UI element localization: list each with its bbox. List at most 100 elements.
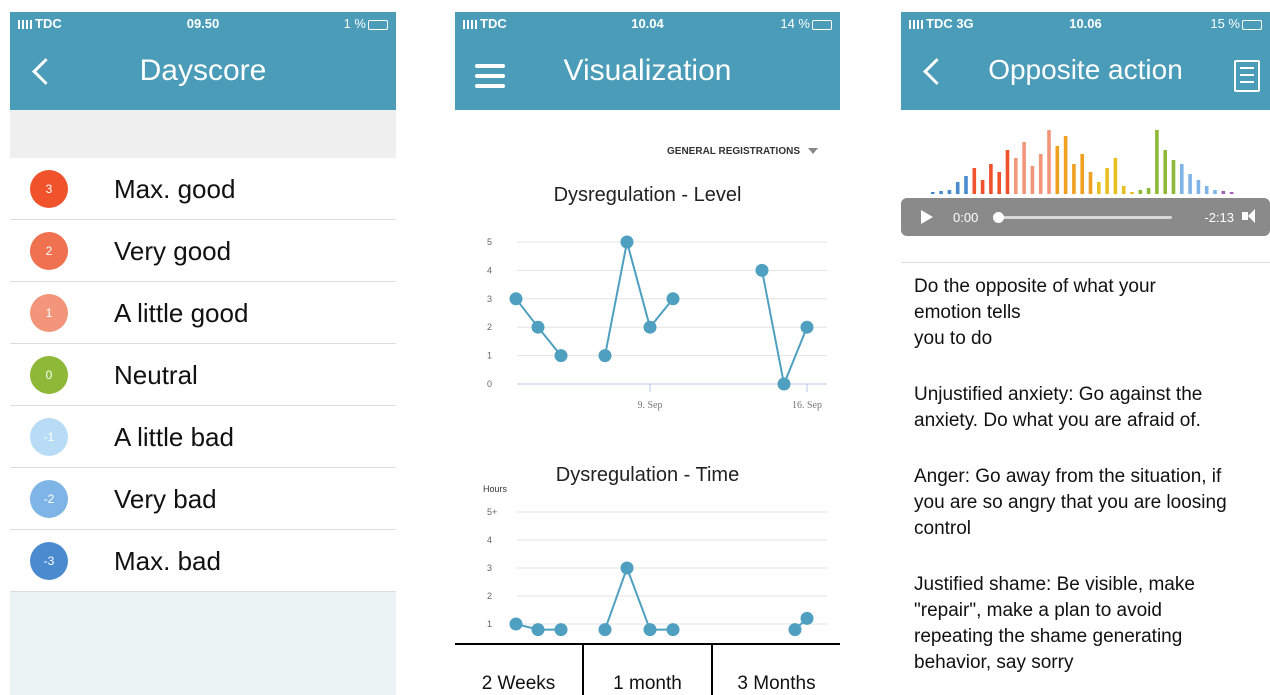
instruction-line: control bbox=[914, 518, 972, 539]
divider bbox=[901, 262, 1270, 263]
list-item[interactable]: 3 Max. good bbox=[10, 158, 396, 220]
document-icon[interactable] bbox=[1234, 60, 1260, 92]
y-tick-label: 3 bbox=[487, 294, 492, 304]
waveform-bar bbox=[1171, 160, 1176, 194]
y-tick-label: 5 bbox=[487, 237, 492, 247]
waveform-bar bbox=[1097, 182, 1101, 194]
waveform-bar bbox=[997, 172, 1001, 194]
tab-3-months[interactable]: 3 Months bbox=[713, 645, 840, 695]
data-point bbox=[509, 617, 523, 631]
waveform-bar bbox=[972, 168, 977, 194]
waveform-bar bbox=[1105, 168, 1109, 194]
volume-icon[interactable] bbox=[1242, 208, 1262, 224]
y-tick-label: 3 bbox=[487, 563, 492, 573]
score-badge: 2 bbox=[30, 232, 68, 270]
play-icon[interactable] bbox=[921, 210, 933, 224]
spacer bbox=[10, 110, 396, 159]
tab-2-weeks[interactable]: 2 Weeks bbox=[455, 645, 584, 695]
elapsed-time: 0:00 bbox=[953, 210, 979, 225]
seek-bar[interactable] bbox=[993, 212, 1172, 223]
data-point bbox=[554, 623, 568, 637]
seek-knob[interactable] bbox=[993, 212, 1004, 223]
waveform-bar bbox=[1138, 190, 1143, 194]
nav-bar: Opposite action bbox=[901, 34, 1270, 110]
waveform-bar bbox=[1072, 164, 1076, 194]
waveform-bar bbox=[1014, 158, 1018, 194]
series-line bbox=[604, 565, 673, 631]
instruction-line: Justified shame: Be visible, make bbox=[914, 574, 1195, 595]
clock: 09.50 bbox=[186, 16, 220, 31]
waveform-bar bbox=[931, 192, 935, 194]
data-point bbox=[531, 320, 545, 334]
score-label: Very good bbox=[114, 236, 232, 266]
score-badge: 1 bbox=[30, 294, 68, 332]
waveform-bar bbox=[1180, 164, 1184, 194]
list-item[interactable]: 2 Very good bbox=[10, 220, 396, 282]
waveform-bar bbox=[1080, 154, 1084, 194]
charts-svg: 0 1 2 3 4 5 9. Sep 16. Sep 1 2 3 4 5+ Hours bbox=[483, 235, 827, 637]
page-title: Dayscore bbox=[139, 54, 267, 87]
waveform-bar bbox=[1088, 172, 1093, 194]
waveform-bar bbox=[1130, 192, 1134, 194]
data-point bbox=[800, 611, 814, 625]
battery-label: 15 % bbox=[1210, 16, 1240, 31]
waveform-bar bbox=[964, 176, 968, 194]
instruction-line: anxiety. Do what you are afraid of. bbox=[914, 410, 1201, 431]
data-point bbox=[800, 320, 814, 334]
data-point bbox=[598, 349, 612, 363]
list-item[interactable]: -3 Max. bad bbox=[10, 530, 396, 592]
list-item[interactable]: -2 Very bad bbox=[10, 468, 396, 530]
list-item[interactable]: 0 Neutral bbox=[10, 344, 396, 406]
data-point bbox=[598, 623, 612, 637]
battery-icon bbox=[1242, 19, 1262, 30]
instruction-line: you to do bbox=[914, 328, 993, 349]
y-tick-label: 1 bbox=[487, 351, 492, 361]
data-point bbox=[755, 263, 769, 277]
waveform-bar bbox=[1146, 188, 1151, 194]
instruction-line: repeating the shame generating bbox=[914, 626, 1183, 647]
dayscore-screen: TDC 09.50 1 % Dayscore 3 Max. good 2 Very g… bbox=[10, 12, 396, 695]
waveform-bar bbox=[1005, 150, 1010, 194]
x-tick-label: 9. Sep bbox=[638, 400, 663, 411]
score-label: A little good bbox=[114, 298, 249, 328]
x-tick-label: 16. Sep bbox=[792, 400, 822, 411]
instruction-line: Do the opposite of what your bbox=[914, 276, 1156, 297]
waveform-bar bbox=[1113, 158, 1118, 194]
list-item[interactable]: 1 A little good bbox=[10, 282, 396, 344]
dayscore-list: 3 Max. good 2 Very good 1 A little good 0 Neutr… bbox=[10, 158, 396, 592]
instruction-line: Unjustified anxiety: Go against the bbox=[914, 384, 1203, 405]
status-bar: TDC 09.50 1 % bbox=[10, 12, 396, 34]
instruction-line: behavior, say sorry bbox=[914, 652, 1074, 673]
remaining-time: -2:13 bbox=[1204, 210, 1234, 225]
waveform-bar bbox=[1047, 130, 1051, 194]
list-item[interactable]: -1 A little bad bbox=[10, 406, 396, 468]
waveform-bar bbox=[1030, 166, 1035, 194]
y-tick-label: 5+ bbox=[487, 507, 497, 517]
waveform-bar bbox=[1155, 130, 1159, 194]
nav-bar: Dayscore bbox=[10, 34, 396, 110]
data-point bbox=[788, 623, 802, 637]
waveform-bar bbox=[1213, 190, 1217, 194]
y-tick-label: 4 bbox=[487, 535, 492, 545]
audio-player: 0:00 -2:13 bbox=[901, 198, 1270, 236]
waveform-graphic bbox=[931, 130, 1234, 194]
instruction-line: you are so angry that you are loosing bbox=[914, 492, 1227, 513]
tab-1-month[interactable]: 1 month bbox=[584, 645, 713, 695]
waveform-bar bbox=[939, 191, 943, 194]
battery-label: 1 % bbox=[343, 16, 366, 31]
data-point bbox=[643, 320, 657, 334]
visualization-screen: TDC 10.04 14 % Visualization GENERAL REG… bbox=[455, 12, 840, 695]
waveform-bar bbox=[955, 182, 960, 194]
y-tick-label: 2 bbox=[487, 322, 492, 332]
score-badge: -1 bbox=[30, 418, 68, 456]
score-badge: 3 bbox=[30, 170, 68, 208]
score-label: Max. good bbox=[114, 174, 236, 204]
data-point bbox=[666, 623, 680, 637]
y-tick-label: 4 bbox=[487, 265, 492, 275]
instruction-paragraph: Anger: Go away from the situation, if you… bbox=[914, 464, 1260, 542]
score-badge: -2 bbox=[30, 480, 68, 518]
waveform-bar bbox=[1063, 136, 1068, 194]
data-point bbox=[509, 292, 523, 306]
waveform-bar bbox=[1038, 154, 1043, 194]
data-point bbox=[643, 623, 657, 637]
